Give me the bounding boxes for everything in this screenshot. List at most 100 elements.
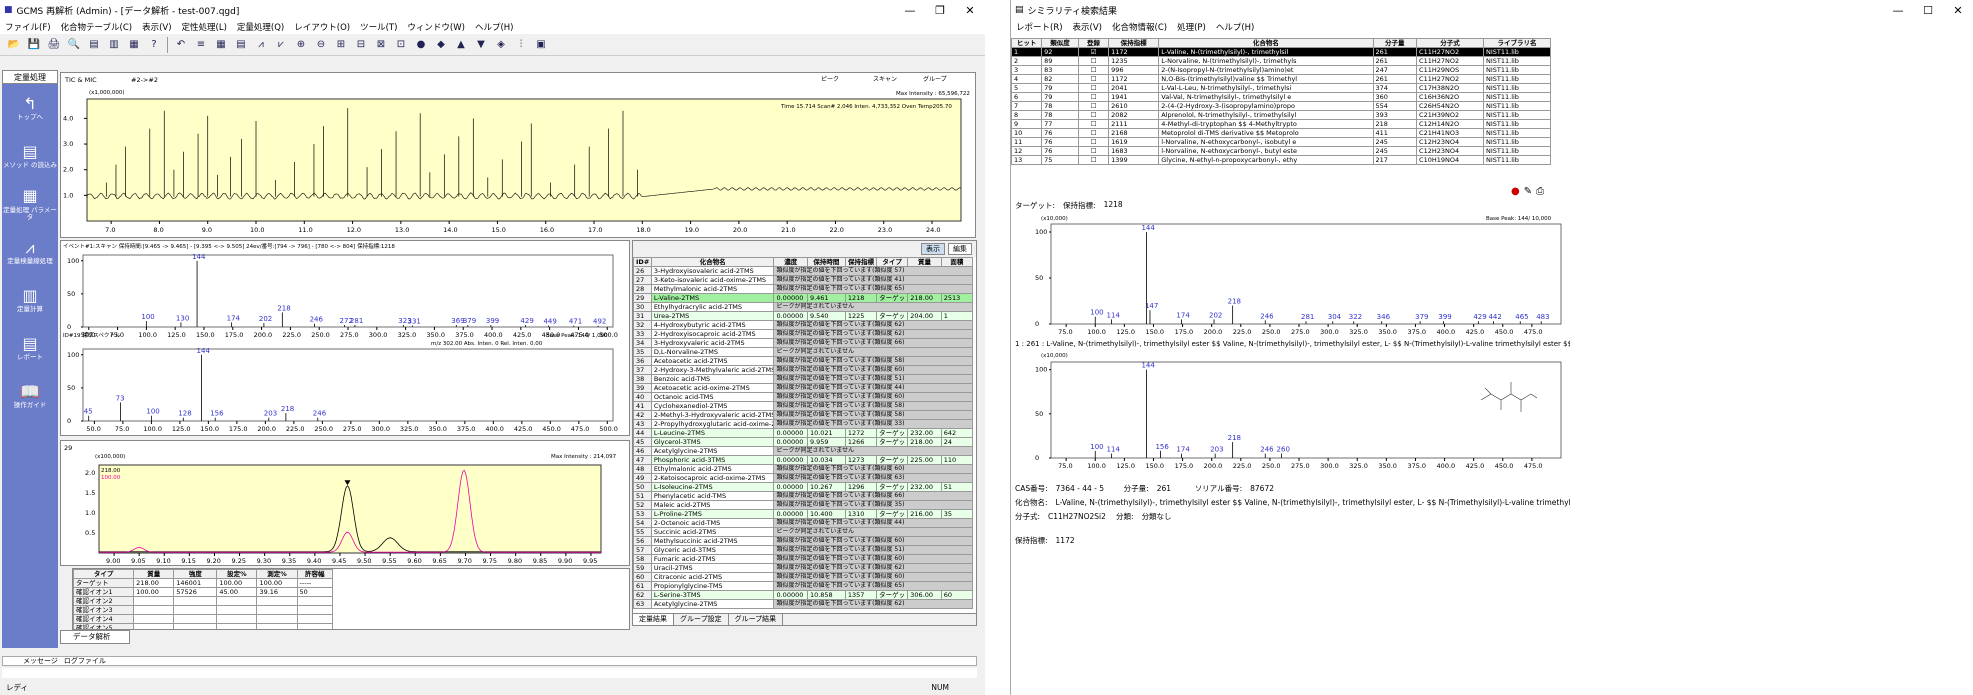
compound-row[interactable]: 33 2-Hydroxyisocaproic acid-2TMS 類似度が指定の値を… bbox=[633, 329, 973, 339]
toolbar-button-18-icon[interactable]: ⊟ bbox=[353, 37, 369, 53]
toolbar-button-7-icon[interactable]: ? bbox=[146, 37, 162, 53]
compound-row[interactable]: 31Urea-2TMS0.000009.5401225ターゲット204.001 bbox=[633, 311, 974, 321]
assistant-item-5[interactable]: ▤ レポート bbox=[2, 324, 58, 372]
main-menu-item-3[interactable]: 定性処理(L) bbox=[177, 21, 232, 33]
compound-row[interactable]: 55 Succinic acid-2TMS ピークが同定されていません bbox=[633, 527, 973, 537]
toolbar-button-22-icon[interactable]: ◆ bbox=[433, 37, 449, 53]
toolbar-button-9-icon[interactable]: ↶ bbox=[173, 37, 189, 53]
hit-row[interactable]: 3 83 ☐ 996 2-(N-Isopropyl-N-(trimethylsilyl)… bbox=[1011, 65, 1551, 75]
search-menu-item-3[interactable]: 処理(P) bbox=[1172, 21, 1211, 33]
compound-row[interactable]: 56 Methylsuccinic acid-2TMS 類似度が指定の値を下回ってい… bbox=[633, 536, 973, 546]
main-menu-item-1[interactable]: 化合物テーブル(C) bbox=[56, 21, 138, 33]
toolbar-button-0-icon[interactable]: 📂 bbox=[6, 37, 22, 53]
output-tab-1[interactable]: ログファイル bbox=[64, 657, 106, 665]
search-close-icon[interactable]: ✕ bbox=[1943, 4, 1973, 17]
main-menu-item-4[interactable]: 定量処理(Q) bbox=[232, 21, 289, 33]
toolbar-button-1-icon[interactable]: 💾 bbox=[26, 37, 42, 53]
spectrum-chart[interactable]: イベント#1:スキャン 保持時間:[9.465 -> 9.465] - [9.3… bbox=[61, 241, 630, 436]
compound-row[interactable]: 48 Ethylmalonic acid-2TMS 類似度が指定の値を下回っています… bbox=[633, 464, 973, 474]
hit-row[interactable]: 1 92 ☑ 1172 L-Valine, N-(trimethylsilyl)-, t… bbox=[1011, 47, 1551, 57]
compound-row[interactable]: 30 Ethylhydracrylic acid-2TMS ピークが同定されていませ… bbox=[633, 302, 973, 312]
search-menu-item-2[interactable]: 化合物情報(C) bbox=[1107, 21, 1172, 33]
toolbar-button-17-icon[interactable]: ⊞ bbox=[333, 37, 349, 53]
show-button[interactable]: 表示 bbox=[921, 243, 945, 255]
compound-table[interactable]: ID# 化合物名 濃度 保持時間 保持指標 タイプ 質量 面積 26 3-Hydroxyisova… bbox=[633, 257, 974, 609]
toolbar-button-13-icon[interactable]: ⩘ bbox=[253, 37, 269, 53]
compound-row[interactable]: 42 2-Methyl-3-Hydroxyvaleric acid-2TMS 類似度… bbox=[633, 410, 973, 420]
restore-icon[interactable]: ❐ bbox=[925, 4, 955, 17]
toolbar-button-24-icon[interactable]: ▼ bbox=[473, 37, 489, 53]
main-menu-item-6[interactable]: ツール(T) bbox=[355, 21, 402, 33]
compound-row[interactable]: 27 3-Keto-isovaleric acid-oxime-2TMS 類似度が指… bbox=[633, 275, 973, 285]
ion-table[interactable]: タイプ 質量 強度 設定% 測定% 許容幅 ターゲット 218.00 146001 100.00 1… bbox=[73, 569, 334, 629]
compound-row[interactable]: 54 2-Octenoic acid-TMS 類似度が指定の値を下回っています(類似… bbox=[633, 518, 973, 528]
compound-row[interactable]: 44L-Leucine-2TMS0.0000010.0211272ターゲット23… bbox=[633, 428, 974, 438]
compound-row[interactable]: 53L-Proline-2TMS0.0000010.4001310ターゲット21… bbox=[633, 509, 974, 519]
search-restore-icon[interactable]: ☐ bbox=[1913, 4, 1943, 17]
compound-row[interactable]: 59 Uracil-2TMS 類似度が指定の値を下回っています(類似度 62) bbox=[633, 563, 973, 573]
search-menu-item-1[interactable]: 表示(V) bbox=[1068, 21, 1107, 33]
compound-row[interactable]: 34 3-Hydroxyvaleric acid-2TMS 類似度が指定の値を下回っ… bbox=[633, 338, 973, 348]
main-menu-item-2[interactable]: 表示(V) bbox=[137, 21, 176, 33]
compound-tab-1[interactable]: グループ設定 bbox=[674, 614, 729, 625]
main-menu-item-0[interactable]: ファイル(F) bbox=[0, 21, 56, 33]
toolbar-button-4-icon[interactable]: ▤ bbox=[86, 37, 102, 53]
compound-row[interactable]: 45Glycerol-3TMS0.000009.9591266ターゲット218.… bbox=[633, 437, 974, 447]
compound-tab-0[interactable]: 定量結果 bbox=[633, 614, 674, 625]
compound-row[interactable]: 36 Acetoacetic acid-2TMS 類似度が指定の値を下回っています(… bbox=[633, 356, 973, 366]
hit-table[interactable]: ヒット 類似度 登録 保持指標 化合物名 分子量 分子式 ライブラリ名 1 92 ☑ 1172 L-Va… bbox=[1011, 38, 1551, 165]
toolbar-button-26-icon[interactable]: ⫶ bbox=[513, 37, 529, 53]
hit-row[interactable]: 4 82 ☐ 1172 N,O-Bis-(trimethylsilyl)valine $… bbox=[1011, 74, 1551, 84]
compound-row[interactable]: 29L-Valine-2TMS0.000009.4611218ターゲット218.… bbox=[633, 293, 974, 303]
toolbar-button-12-icon[interactable]: ▤ bbox=[233, 37, 249, 53]
hit-row[interactable]: 7 78 ☐ 2610 2-(4-(2-Hydroxy-3-(isopropylamin… bbox=[1011, 101, 1551, 111]
main-menu-item-7[interactable]: ウィンドウ(W) bbox=[402, 21, 470, 33]
toolbar-button-6-icon[interactable]: ▦ bbox=[126, 37, 142, 53]
hit-row[interactable]: 11 76 ☐ 1619 l-Norvaline, N-ethoxycarbonyl-,… bbox=[1011, 137, 1551, 147]
toolbar-button-11-icon[interactable]: ▦ bbox=[213, 37, 229, 53]
compound-row[interactable]: 35 D,L-Norvaline-2TMS ピークが同定されていません bbox=[633, 347, 973, 357]
hit-row[interactable]: 10 76 ☐ 2168 Metoprolol di-TMS derivative $$… bbox=[1011, 128, 1551, 138]
edit-button[interactable]: 編集 bbox=[948, 243, 972, 255]
toolbar-button-15-icon[interactable]: ⊕ bbox=[293, 37, 309, 53]
compound-row[interactable]: 40 Octanoic acid-TMS 類似度が指定の値を下回っています(類似度 … bbox=[633, 392, 973, 402]
compound-row[interactable]: 38 Benzoic acid-TMS 類似度が指定の値を下回っています(類似度 5… bbox=[633, 374, 973, 384]
compound-tab-2[interactable]: グループ結果 bbox=[729, 614, 784, 625]
ion-row[interactable]: 確認イオン3 bbox=[73, 605, 334, 615]
toolbar-button-3-icon[interactable]: 🔍 bbox=[66, 37, 82, 53]
toolbar-button-14-icon[interactable]: ⩗ bbox=[273, 37, 289, 53]
hit-row[interactable]: 5 79 ☐ 2041 L-Val-L-Leu, N-trimethylsilyl-, … bbox=[1011, 83, 1551, 93]
hit-row[interactable]: 6 79 ☐ 1941 Val-Val, N-trimethylsilyl-, trim… bbox=[1011, 92, 1551, 102]
toolbar-button-23-icon[interactable]: ▲ bbox=[453, 37, 469, 53]
record-icon[interactable]: ● bbox=[1511, 186, 1520, 197]
compound-row[interactable]: 37 2-Hydroxy-3-Methylvaleric acid-2TMS 類似度… bbox=[633, 365, 973, 375]
compound-row[interactable]: 63 Acetylglycine-2TMS 類似度が指定の値を下回っています(類似度… bbox=[633, 599, 973, 609]
assistant-item-2[interactable]: ▦ 定量処理 パラメータ bbox=[2, 180, 58, 228]
compound-row[interactable]: 43 2-Propylhydroxyglutaric acid-oxime-2 類似… bbox=[633, 419, 973, 429]
compound-row[interactable]: 32 4-Hydroxybutyric acid-2TMS 類似度が指定の値を下回っ… bbox=[633, 320, 973, 330]
compound-row[interactable]: 61 Propionylglycine-TMS 類似度が指定の値を下回っています(類… bbox=[633, 581, 973, 591]
compound-row[interactable]: 57 Glyceric acid-3TMS 類似度が指定の値を下回っています(類似度… bbox=[633, 545, 973, 555]
compound-row[interactable]: 52 Maleic acid-2TMS 類似度が指定の値を下回っています(類似度 3… bbox=[633, 500, 973, 510]
ion-row[interactable]: ターゲット 218.00 146001 100.00 100.00 ----- bbox=[73, 578, 334, 588]
minimize-icon[interactable]: — bbox=[895, 4, 925, 17]
hit-row[interactable]: 12 76 ☐ 1683 l-Norvaline, N-ethoxycarbonyl-,… bbox=[1011, 146, 1551, 156]
hit-row[interactable]: 2 89 ☐ 1235 L-Norvaline, N-(trimethylsilyl)-… bbox=[1011, 56, 1551, 66]
compound-row[interactable]: 26 3-Hydroxyisovaleric acid-2TMS 類似度が指定の値を… bbox=[633, 266, 973, 276]
toolbar-button-25-icon[interactable]: ◈ bbox=[493, 37, 509, 53]
search-menu-item-4[interactable]: ヘルプ(H) bbox=[1211, 21, 1260, 33]
toolbar-button-16-icon[interactable]: ⊖ bbox=[313, 37, 329, 53]
close-icon[interactable]: ✕ bbox=[955, 4, 985, 17]
toolbar-button-20-icon[interactable]: ⊡ bbox=[393, 37, 409, 53]
main-menu-item-8[interactable]: ヘルプ(H) bbox=[470, 21, 519, 33]
assistant-item-6[interactable]: 📖 操作ガイド bbox=[2, 372, 58, 420]
toolbar-button-10-icon[interactable]: ≡ bbox=[193, 37, 209, 53]
search-minimize-icon[interactable]: — bbox=[1883, 4, 1913, 17]
compound-row[interactable]: 47 Phosphoric acid-3TMS 0.00000 10.034 1273 タ… bbox=[633, 455, 974, 465]
compound-row[interactable]: 46 Acetylglycine-2TMS ピークが同定されていません bbox=[633, 446, 973, 456]
search-menu-item-0[interactable]: レポート(R) bbox=[1011, 21, 1068, 33]
tic-chart[interactable]: TIC & MIC #2->#2 (x1,000,000) ピーク スキャン グループ Ma… bbox=[61, 73, 976, 238]
compound-row[interactable]: 39 Acetoacetic acid-oxime-2TMS 類似度が指定の値を下回… bbox=[633, 383, 973, 393]
hit-row[interactable]: 13 75 ☐ 1399 Glycine, N-ethyl-n-propoxycarbo… bbox=[1011, 155, 1551, 165]
edit-spectrum-icon[interactable]: ✎ bbox=[1524, 186, 1532, 197]
